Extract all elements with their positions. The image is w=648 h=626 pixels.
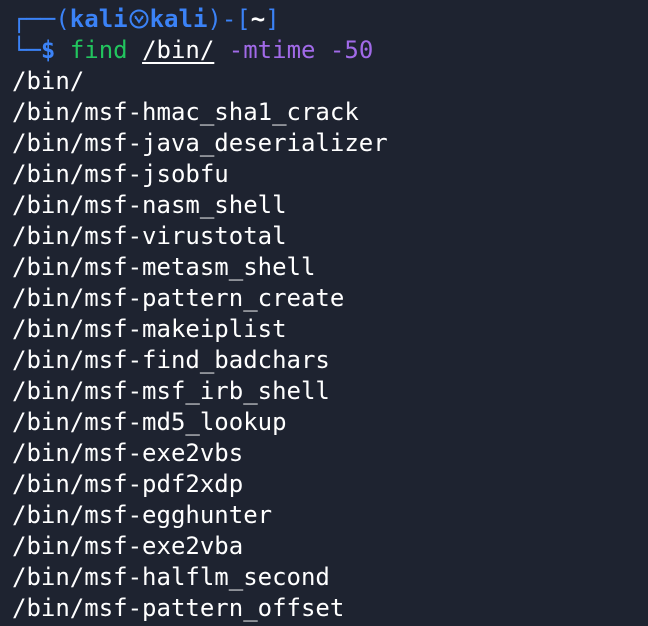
output-line: /bin/msf-virustotal bbox=[12, 222, 287, 250]
output-line: /bin/msf-halflm_second bbox=[12, 563, 330, 591]
terminal-window[interactable]: ┌──(kali kali)-[~] └─$ find /bin/ -mtime … bbox=[0, 0, 648, 626]
output-line: /bin/msf-metasm_shell bbox=[12, 253, 316, 281]
prompt-close-mid: )-[ bbox=[207, 5, 251, 33]
output-line: /bin/msf-exe2vba bbox=[12, 532, 244, 560]
command-option: -mtime bbox=[228, 36, 316, 64]
output-line: /bin/msf-egghunter bbox=[12, 501, 273, 529]
output-line: /bin/msf-pattern_create bbox=[12, 284, 345, 312]
prompt-user: kali bbox=[69, 5, 128, 33]
output-line: /bin/msf-find_badchars bbox=[12, 346, 330, 374]
command-line: └─$ find /bin/ -mtime -50 bbox=[12, 34, 648, 66]
prompt-host: kali bbox=[149, 5, 208, 33]
output-line: /bin/msf-pdf2xdp bbox=[12, 470, 244, 498]
output-line: /bin/msf-pattern_offset bbox=[12, 594, 345, 622]
prompt-open-bracket: ┌──( bbox=[12, 5, 70, 33]
output-line: /bin/ bbox=[12, 67, 85, 95]
output-line: /bin/msf-hmac_sha1_crack bbox=[12, 98, 359, 126]
command-argument: /bin/ bbox=[142, 36, 215, 64]
prompt-top-line: ┌──(kali kali)-[~] bbox=[12, 4, 648, 34]
output-line: /bin/msf-md5_lookup bbox=[12, 408, 287, 436]
output-line: /bin/msf-nasm_shell bbox=[12, 191, 287, 219]
prompt-close-bracket: ] bbox=[265, 5, 280, 33]
output-line: /bin/msf-jsobfu bbox=[12, 160, 229, 188]
output-line: /bin/msf-exe2vbs bbox=[12, 439, 244, 467]
kali-skull-icon bbox=[129, 9, 149, 29]
prompt-dollar: $ bbox=[40, 36, 56, 64]
prompt-lower-bracket: └─ bbox=[12, 36, 41, 64]
prompt-cwd: ~ bbox=[250, 5, 266, 33]
output-line: /bin/msf-msf_irb_shell bbox=[12, 377, 330, 405]
output-line: /bin/msf-java_deserializer bbox=[12, 129, 388, 157]
output-line: /bin/msf-makeiplist bbox=[12, 315, 287, 343]
command-option-value: -50 bbox=[329, 36, 374, 64]
command-name: find bbox=[69, 36, 128, 64]
